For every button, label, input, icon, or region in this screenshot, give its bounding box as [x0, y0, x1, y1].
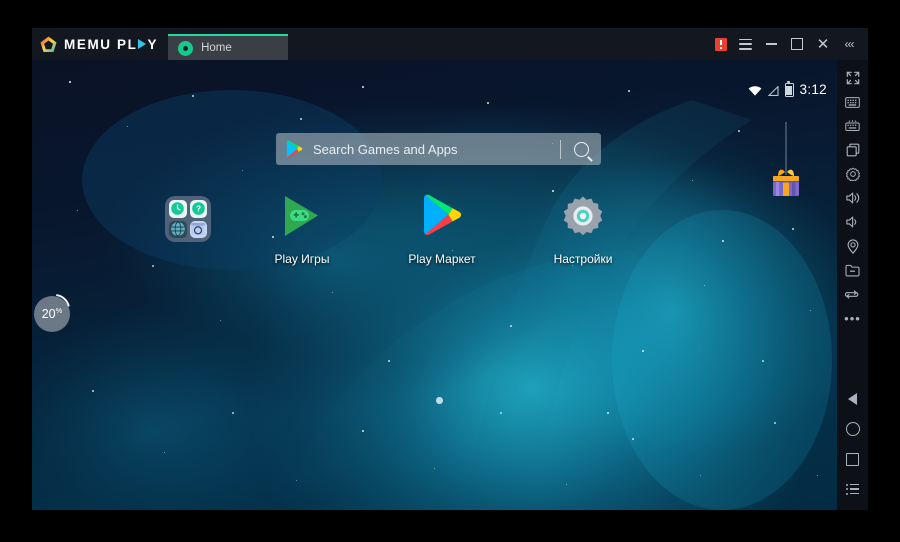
keyboard-mapping-button[interactable] — [837, 114, 868, 138]
search-magnifier-icon — [573, 141, 589, 157]
list-menu-icon — [846, 483, 859, 495]
maximize-icon — [791, 38, 803, 50]
desktop-icon-label: Настройки — [553, 252, 613, 266]
browser-globe-icon — [169, 220, 187, 238]
wallpaper-stars — [32, 60, 837, 510]
android-home-button[interactable] — [837, 414, 868, 444]
brand-text-part1: MEMU PL — [64, 36, 138, 52]
volume-up-button[interactable] — [837, 186, 868, 210]
app-brand: MEMU PL Y — [32, 28, 168, 60]
home-circle-icon — [178, 40, 194, 56]
close-button[interactable]: ✕ — [810, 31, 836, 57]
warning-notification-icon[interactable] — [715, 37, 727, 51]
ellipsis-icon: ••• — [844, 310, 861, 326]
android-status-bar: 3:12 — [748, 80, 827, 97]
keyboard-icon — [845, 96, 860, 108]
help-app-icon: ? — [189, 200, 207, 218]
keyboard-button[interactable] — [837, 90, 868, 114]
signal-triangle-icon — [767, 84, 779, 96]
chevrons-left-icon: ‹‹‹ — [844, 37, 855, 51]
recents-square-icon — [846, 452, 859, 466]
desktop-icon-settings[interactable]: Настройки — [535, 192, 631, 266]
location-button[interactable] — [837, 234, 868, 258]
memu-logo-icon — [40, 36, 57, 53]
android-screen: 3:12 Search Games and Apps ? Play Игры P… — [32, 60, 837, 510]
battery-icon — [784, 80, 794, 97]
desktop-icon-play-store[interactable]: Play Маркет — [394, 192, 490, 266]
clock-app-icon — [169, 200, 187, 218]
google-play-games-icon — [278, 196, 326, 244]
android-menu-button[interactable] — [837, 474, 868, 504]
desktop-icon-play-games[interactable]: Play Игры — [254, 192, 350, 266]
brand-wordmark: MEMU PL Y — [64, 37, 158, 52]
menu-hamburger-button[interactable] — [732, 31, 758, 57]
emulator-toolbar-sidebar: ••• — [837, 60, 868, 510]
search-bar[interactable] — [276, 133, 601, 165]
wifi-icon — [748, 85, 762, 96]
rotate-screen-button[interactable] — [837, 282, 868, 306]
progress-value: 20% — [41, 306, 63, 322]
maximize-button[interactable] — [784, 31, 810, 57]
search-input[interactable] — [303, 140, 560, 158]
brand-text-part2: Y — [147, 36, 159, 52]
gear-icon — [845, 167, 860, 181]
wallpaper-nebula — [32, 80, 837, 510]
tab-home-label: Home — [201, 42, 232, 54]
android-back-button[interactable] — [837, 384, 868, 414]
google-play-icon — [286, 140, 303, 158]
more-tools-button[interactable]: ••• — [837, 306, 868, 330]
title-bar: MEMU PL Y Home ✕ ‹‹‹ — [32, 28, 868, 60]
app-folder[interactable]: ? — [165, 196, 211, 242]
desktop-folder[interactable]: ? — [140, 196, 236, 242]
memu-emulator-window: MEMU PL Y Home ✕ ‹‹‹ 3:12 Search Games a… — [32, 28, 868, 510]
fullscreen-arrows-icon — [846, 71, 859, 85]
keymap-icon — [845, 120, 860, 132]
desktop-icon-label: Play Маркет — [408, 252, 476, 266]
status-clock: 3:12 — [799, 82, 827, 97]
progress-circle: 20% — [34, 296, 70, 332]
folder-icon — [845, 264, 860, 277]
settings-gear-icon — [559, 196, 607, 244]
minimize-button[interactable] — [758, 31, 784, 57]
settings-button[interactable] — [837, 162, 868, 186]
google-play-store-icon — [418, 194, 466, 244]
hamburger-icon — [738, 38, 752, 50]
desktop-icon-label: Play Игры — [274, 252, 330, 266]
camera-app-icon — [189, 220, 207, 238]
search-submit-button[interactable] — [561, 133, 601, 165]
window-controls: ✕ ‹‹‹ — [715, 28, 868, 60]
back-triangle-icon — [848, 393, 857, 405]
svg-text:?: ? — [196, 205, 201, 214]
location-pin-icon — [847, 238, 858, 254]
tab-home[interactable]: Home — [168, 34, 289, 60]
close-icon: ✕ — [816, 35, 830, 53]
volume-down-button[interactable] — [837, 210, 868, 234]
volume-up-icon — [845, 192, 859, 204]
collapse-sidebar-button[interactable]: ‹‹‹ — [836, 31, 862, 57]
rotate-icon — [845, 289, 859, 299]
screenshot-root: MEMU PL Y Home ✕ ‹‹‹ 3:12 Search Games a… — [0, 0, 900, 542]
brand-play-triangle-icon — [138, 39, 147, 49]
android-recents-button[interactable] — [837, 444, 868, 474]
minimize-icon — [765, 43, 777, 45]
download-progress-badge[interactable]: 20% — [34, 294, 70, 332]
windows-stack-icon — [846, 143, 859, 157]
shared-folder-button[interactable] — [837, 258, 868, 282]
multi-window-button[interactable] — [837, 138, 868, 162]
volume-down-icon — [845, 216, 856, 228]
gift-box-icon[interactable] — [769, 122, 803, 202]
home-circle-icon — [845, 422, 860, 436]
fullscreen-button[interactable] — [837, 66, 868, 90]
